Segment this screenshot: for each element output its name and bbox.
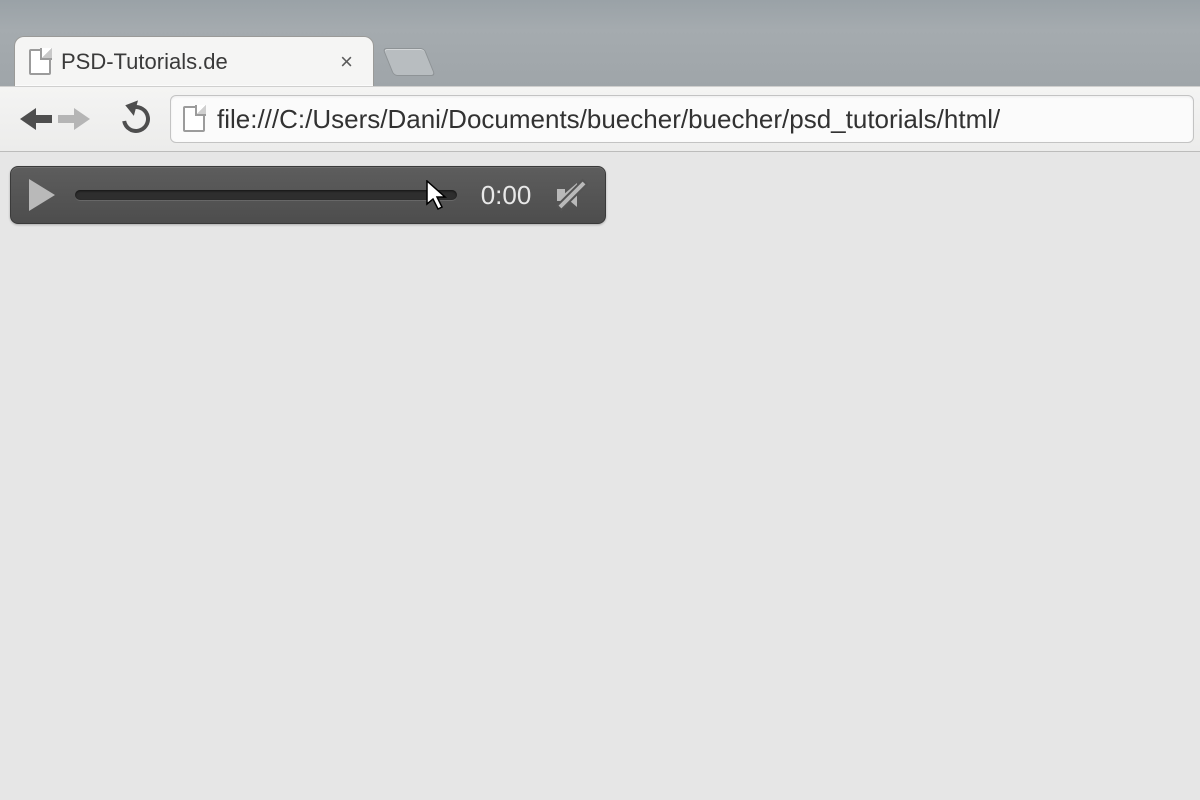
address-bar[interactable]: file:///C:/Users/Dani/Documents/buecher/… (170, 95, 1194, 143)
toolbar: file:///C:/Users/Dani/Documents/buecher/… (0, 86, 1200, 152)
forward-button (62, 99, 102, 139)
page-icon (183, 106, 205, 132)
url-text: file:///C:/Users/Dani/Documents/buecher/… (217, 104, 1000, 135)
tabstrip: PSD-Tutorials.de × (0, 30, 1200, 86)
back-button[interactable] (8, 99, 48, 139)
page-content: 0:00 (0, 152, 1200, 800)
reload-icon (117, 100, 156, 139)
file-icon (29, 49, 51, 75)
mute-button[interactable] (555, 179, 587, 211)
browser-tab[interactable]: PSD-Tutorials.de × (14, 36, 374, 86)
window-titlebar (0, 0, 1200, 30)
audio-player: 0:00 (10, 166, 606, 224)
close-icon[interactable]: × (334, 49, 359, 75)
tab-title: PSD-Tutorials.de (61, 49, 334, 75)
arrow-left-icon (20, 108, 36, 130)
play-button[interactable] (29, 179, 55, 211)
new-tab-button[interactable] (382, 48, 435, 76)
time-display: 0:00 (477, 180, 535, 211)
reload-button[interactable] (116, 99, 156, 139)
arrow-right-icon (74, 108, 90, 130)
seek-slider[interactable] (75, 190, 457, 200)
